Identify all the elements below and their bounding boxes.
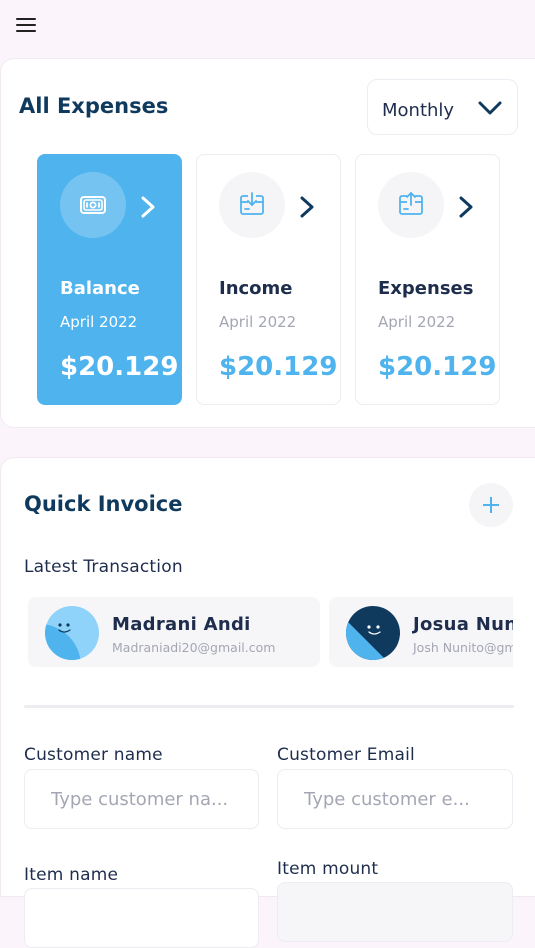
hamburger-menu-icon[interactable] [14, 14, 40, 36]
customer-name-label: Customer name [24, 745, 163, 765]
customer-email-label: Customer Email [277, 745, 415, 765]
period-select[interactable]: Monthly [367, 79, 518, 135]
income-card[interactable]: Income April 2022 $20.129 [196, 154, 341, 405]
transaction-email: Josh Nunito@gmail.com [413, 640, 513, 655]
chevron-right-icon [459, 196, 473, 218]
chevron-right-icon [141, 196, 155, 218]
balance-card[interactable]: Balance April 2022 $20.129 [37, 154, 182, 405]
card-upload-icon [378, 172, 444, 238]
item-amount-label: Item mount [277, 859, 379, 879]
card-date: April 2022 [219, 313, 297, 331]
item-name-input[interactable] [24, 888, 259, 948]
chevron-right-icon [300, 196, 314, 218]
card-download-icon [219, 172, 285, 238]
add-invoice-button[interactable] [469, 483, 513, 527]
latest-transaction-label: Latest Transaction [24, 557, 183, 577]
transaction-list: Madrani Andi Madraniadi20@gmail.com Josu… [28, 597, 513, 667]
transaction-name: Josua Nunito [413, 614, 513, 635]
card-name: Income [219, 278, 293, 299]
avatar [45, 606, 99, 660]
transaction-item[interactable]: Josua Nunito Josh Nunito@gmail.com [329, 597, 513, 667]
card-amount: $20.129 [60, 352, 179, 382]
transaction-item[interactable]: Madrani Andi Madraniadi20@gmail.com [28, 597, 320, 667]
card-amount: $20.129 [219, 352, 338, 382]
transaction-email: Madraniadi20@gmail.com [112, 640, 276, 655]
card-name: Expenses [378, 278, 474, 299]
wallet-icon [60, 172, 126, 238]
item-amount-input[interactable] [277, 882, 513, 942]
avatar [346, 606, 400, 660]
period-select-value: Monthly [382, 100, 455, 121]
quick-invoice-title: Quick Invoice [24, 492, 183, 516]
item-name-label: Item name [24, 865, 119, 885]
chevron-down-icon [478, 101, 502, 115]
customer-name-input[interactable] [24, 769, 259, 829]
card-amount: $20.129 [378, 352, 497, 382]
customer-email-input[interactable] [277, 769, 513, 829]
card-name: Balance [60, 278, 140, 299]
top-bar [0, 0, 535, 56]
quick-invoice-panel [0, 457, 535, 897]
card-date: April 2022 [378, 313, 456, 331]
card-date: April 2022 [60, 313, 138, 331]
divider [24, 705, 514, 708]
expenses-card[interactable]: Expenses April 2022 $20.129 [355, 154, 500, 405]
transaction-name: Madrani Andi [112, 614, 251, 635]
all-expenses-title: All Expenses [19, 94, 169, 118]
